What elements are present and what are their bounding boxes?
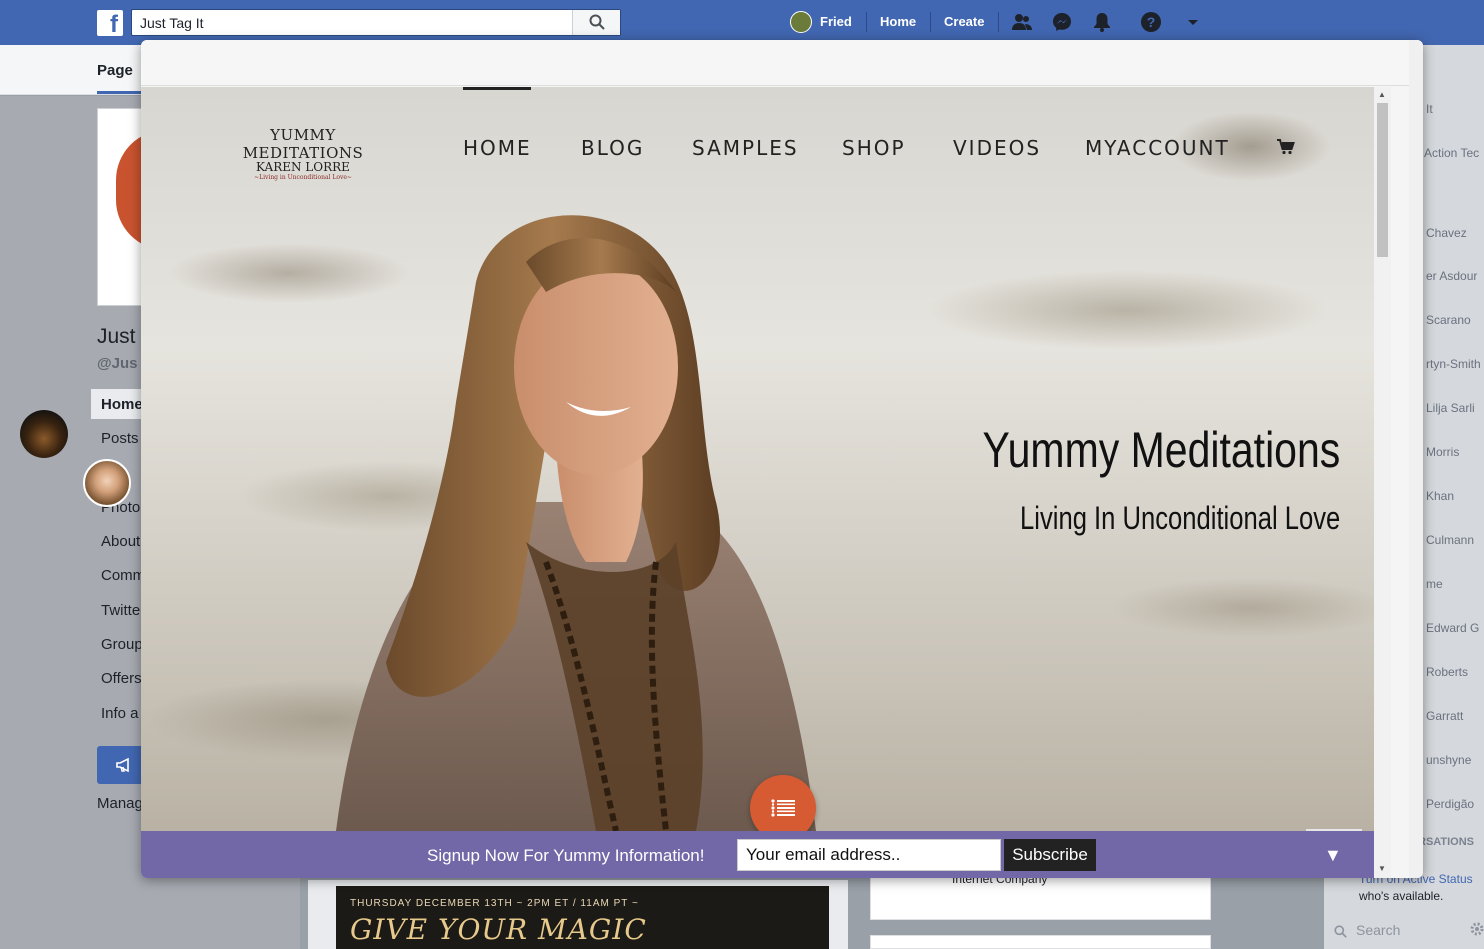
website-scrollbar[interactable]: ▲ ▼ — [1374, 87, 1391, 878]
chat-contact[interactable]: Morris — [1426, 445, 1459, 459]
nav-active-indicator — [463, 87, 531, 90]
search-icon — [1334, 925, 1347, 938]
hero-banner: YUMMY MEDITATIONS KAREN LORRE ~Living in… — [141, 87, 1374, 832]
nav-blog[interactable]: BLOG — [581, 136, 644, 160]
signup-prompt: Signup Now For Yummy Information! — [427, 846, 705, 865]
chat-contact[interactable]: unshyne — [1426, 753, 1471, 767]
sidebar-item-offers[interactable]: Offers — [101, 670, 142, 687]
page-info-card — [870, 935, 1211, 949]
site-logo[interactable]: YUMMY MEDITATIONS KAREN LORRE ~Living in… — [223, 126, 383, 181]
chat-contact[interactable]: Culmann — [1426, 533, 1474, 547]
hero-title: Yummy Meditations — [982, 422, 1340, 478]
page-tab[interactable]: Page — [97, 62, 133, 79]
site-logo-author: KAREN LORRE — [256, 160, 350, 174]
subscribe-button[interactable]: Subscribe — [1004, 839, 1096, 871]
promote-button[interactable] — [97, 746, 147, 784]
active-status-description: who's available. — [1359, 889, 1444, 903]
chat-contact[interactable]: me — [1426, 577, 1443, 591]
chat-contact[interactable]: It — [1426, 102, 1433, 116]
site-logo-tagline: ~Living in Unconditional Love~ — [254, 174, 352, 181]
chat-contact[interactable]: Garratt — [1426, 709, 1463, 723]
user-avatar[interactable] — [790, 11, 812, 33]
facebook-search-field[interactable]: Just Tag It — [131, 9, 621, 36]
chat-contact[interactable]: Edward G — [1426, 621, 1479, 635]
sidebar-item-posts[interactable]: Posts — [101, 430, 139, 447]
chat-head-avatar[interactable] — [20, 410, 68, 458]
chat-contact[interactable]: Action Tec — [1424, 146, 1479, 160]
nav-divider — [930, 12, 931, 32]
post-image[interactable]: THURSDAY DECEMBER 13TH ~ 2PM ET / 11AM P… — [336, 886, 829, 949]
nav-home[interactable]: HOME — [463, 136, 532, 160]
scrollbar-thumb[interactable] — [1377, 103, 1388, 257]
facebook-logo-icon[interactable]: f — [97, 10, 123, 36]
conversations-heading: RSATIONS — [1418, 836, 1475, 848]
create-link[interactable]: Create — [944, 14, 984, 29]
hero-subtitle: Living In Unconditional Love — [1019, 500, 1340, 536]
facebook-search-input[interactable]: Just Tag It — [140, 15, 204, 31]
nav-myaccount[interactable]: MYACCOUNT — [1085, 136, 1230, 160]
svg-text:?: ? — [1147, 14, 1156, 30]
shopping-cart-icon[interactable] — [1277, 139, 1295, 155]
page-name: Just — [97, 325, 136, 348]
hero-photo-woman — [336, 215, 816, 831]
notifications-bell-icon[interactable] — [1091, 11, 1113, 33]
home-link[interactable]: Home — [880, 14, 916, 29]
messenger-icon[interactable] — [1051, 11, 1073, 33]
search-icon — [589, 14, 605, 30]
chat-head-avatar[interactable] — [83, 459, 131, 507]
post-image-caption: THURSDAY DECEMBER 13TH ~ 2PM ET / 11AM P… — [350, 898, 639, 909]
profile-link[interactable]: Fried — [820, 14, 852, 29]
modal-header — [141, 40, 1423, 86]
gear-icon[interactable] — [1470, 922, 1484, 936]
scroll-up-arrow-icon[interactable]: ▲ — [1378, 90, 1386, 99]
sidebar-item-home[interactable]: Home — [101, 396, 143, 413]
chat-contact[interactable]: Khan — [1426, 489, 1454, 503]
nav-divider — [866, 12, 867, 32]
chat-contact[interactable]: Chavez — [1426, 226, 1467, 240]
chat-contact[interactable]: Roberts — [1426, 665, 1468, 679]
list-icon — [771, 799, 795, 817]
active-tab-indicator — [97, 91, 145, 94]
facebook-topbar: f Just Tag It Fried Home Create ? — [0, 0, 1484, 45]
help-icon[interactable]: ? — [1140, 11, 1162, 33]
nav-samples[interactable]: SAMPLES — [692, 136, 799, 160]
nav-shop[interactable]: SHOP — [842, 136, 906, 160]
facebook-search-button[interactable] — [572, 10, 620, 35]
chat-contact[interactable]: er Asdour — [1426, 269, 1477, 283]
sidebar-item-groups[interactable]: Group — [101, 636, 143, 653]
nav-videos[interactable]: VIDEOS — [953, 136, 1041, 160]
chat-contact[interactable]: rtyn-Smith — [1426, 357, 1481, 371]
website-preview-modal: YUMMY MEDITATIONS KAREN LORRE ~Living in… — [141, 40, 1423, 878]
sidebar-item-info[interactable]: Info a — [101, 705, 139, 722]
megaphone-icon — [116, 757, 129, 773]
sidebar-item-about[interactable]: About — [101, 533, 140, 550]
newsletter-signup-bar: Signup Now For Yummy Information! Subscr… — [141, 831, 1374, 878]
post-image-title: GIVE YOUR MAGIC — [350, 913, 647, 946]
sidebar-item-community[interactable]: Comm — [101, 567, 145, 584]
scroll-down-arrow-icon[interactable]: ▼ — [1378, 864, 1386, 873]
chat-contact[interactable]: Perdigão — [1426, 797, 1474, 811]
account-menu-chevron-down-icon[interactable] — [1182, 11, 1204, 33]
website-frame: YUMMY MEDITATIONS KAREN LORRE ~Living in… — [141, 87, 1374, 878]
modal-scrollbar[interactable] — [1409, 40, 1423, 878]
chat-contact[interactable]: Scarano — [1426, 313, 1471, 327]
page-handle[interactable]: @Jus — [97, 355, 137, 372]
sidebar-item-twitter[interactable]: Twitte — [101, 602, 140, 619]
chat-search-input[interactable]: Search — [1356, 922, 1400, 938]
manage-promotions-link[interactable]: Manag — [97, 795, 143, 812]
site-logo-title: YUMMY MEDITATIONS — [242, 126, 364, 162]
friends-icon[interactable] — [1011, 11, 1033, 33]
chat-contact[interactable]: Lilja Sarli — [1426, 401, 1475, 415]
nav-divider — [998, 12, 999, 32]
email-field[interactable] — [737, 839, 1001, 871]
collapse-signup-chevron-down-icon[interactable]: ▼ — [1324, 845, 1342, 866]
